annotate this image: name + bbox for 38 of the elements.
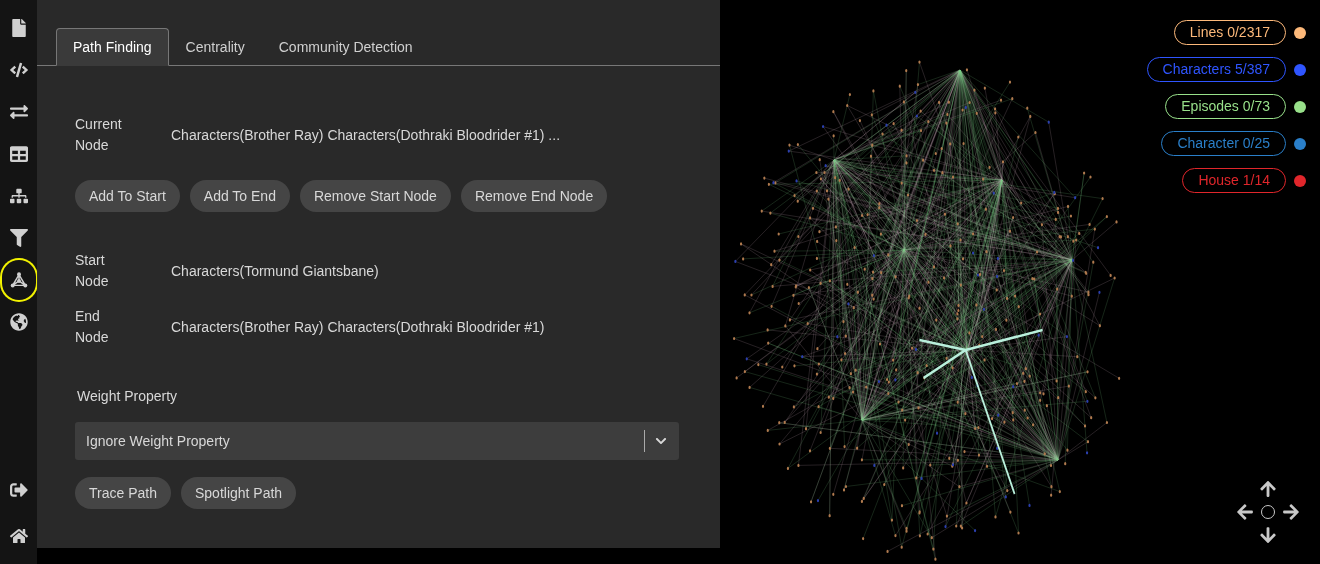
logout-icon (9, 481, 28, 499)
action-button[interactable]: Trace Path (75, 477, 171, 509)
action-button[interactable]: Add To Start (75, 180, 180, 212)
tab[interactable]: Path Finding (56, 28, 169, 66)
network-button[interactable] (1, 260, 36, 300)
weight-select[interactable]: Ignore Weight Property (75, 422, 679, 460)
node-value: Characters(Brother Ray) Characters(Dothraki Bloodrider #1) ... (171, 125, 561, 145)
field-label: Current Node (75, 115, 123, 155)
legend-chip[interactable]: House 1/14 (1182, 168, 1286, 193)
node-value: Characters(Brother Ray) Characters(Dothraki Bloodrider #1) (171, 317, 545, 337)
legend-chip[interactable]: Characters 5/387 (1146, 57, 1286, 82)
field-label: Start Node (75, 251, 110, 291)
table-icon (9, 145, 28, 163)
code-icon (9, 61, 28, 79)
home-icon (9, 527, 28, 545)
legend-chip[interactable]: Episodes 0/73 (1165, 94, 1286, 119)
tab[interactable]: Centrality (168, 28, 262, 66)
pan-left-icon[interactable] (1236, 503, 1255, 521)
tab[interactable]: Community Detection (261, 28, 430, 66)
pan-up-icon[interactable] (1259, 479, 1277, 498)
file-icon (9, 19, 28, 37)
action-button[interactable]: Remove Start Node (299, 180, 451, 212)
action-button[interactable]: Spotlight Path (180, 477, 297, 509)
hierarchy-icon (9, 187, 28, 205)
action-button[interactable]: Remove End Node (460, 180, 608, 212)
action-button[interactable]: Add To End (189, 180, 290, 212)
globe-icon (9, 313, 28, 331)
legend-chip[interactable]: Lines 0/2317 (1173, 20, 1286, 45)
filter-icon (9, 229, 28, 247)
network-icon (9, 271, 28, 289)
legend-chip[interactable]: Character 0/25 (1161, 131, 1286, 156)
field-label: End Node (75, 307, 110, 347)
pan-right-icon[interactable] (1281, 503, 1300, 521)
swap-arrows-icon (9, 103, 28, 121)
chevron-down-icon (655, 435, 667, 447)
field-label: Weight Property (77, 387, 179, 406)
node-value: Characters(Tormund Giantsbane) (171, 261, 379, 281)
pan-down-icon[interactable] (1259, 526, 1277, 545)
